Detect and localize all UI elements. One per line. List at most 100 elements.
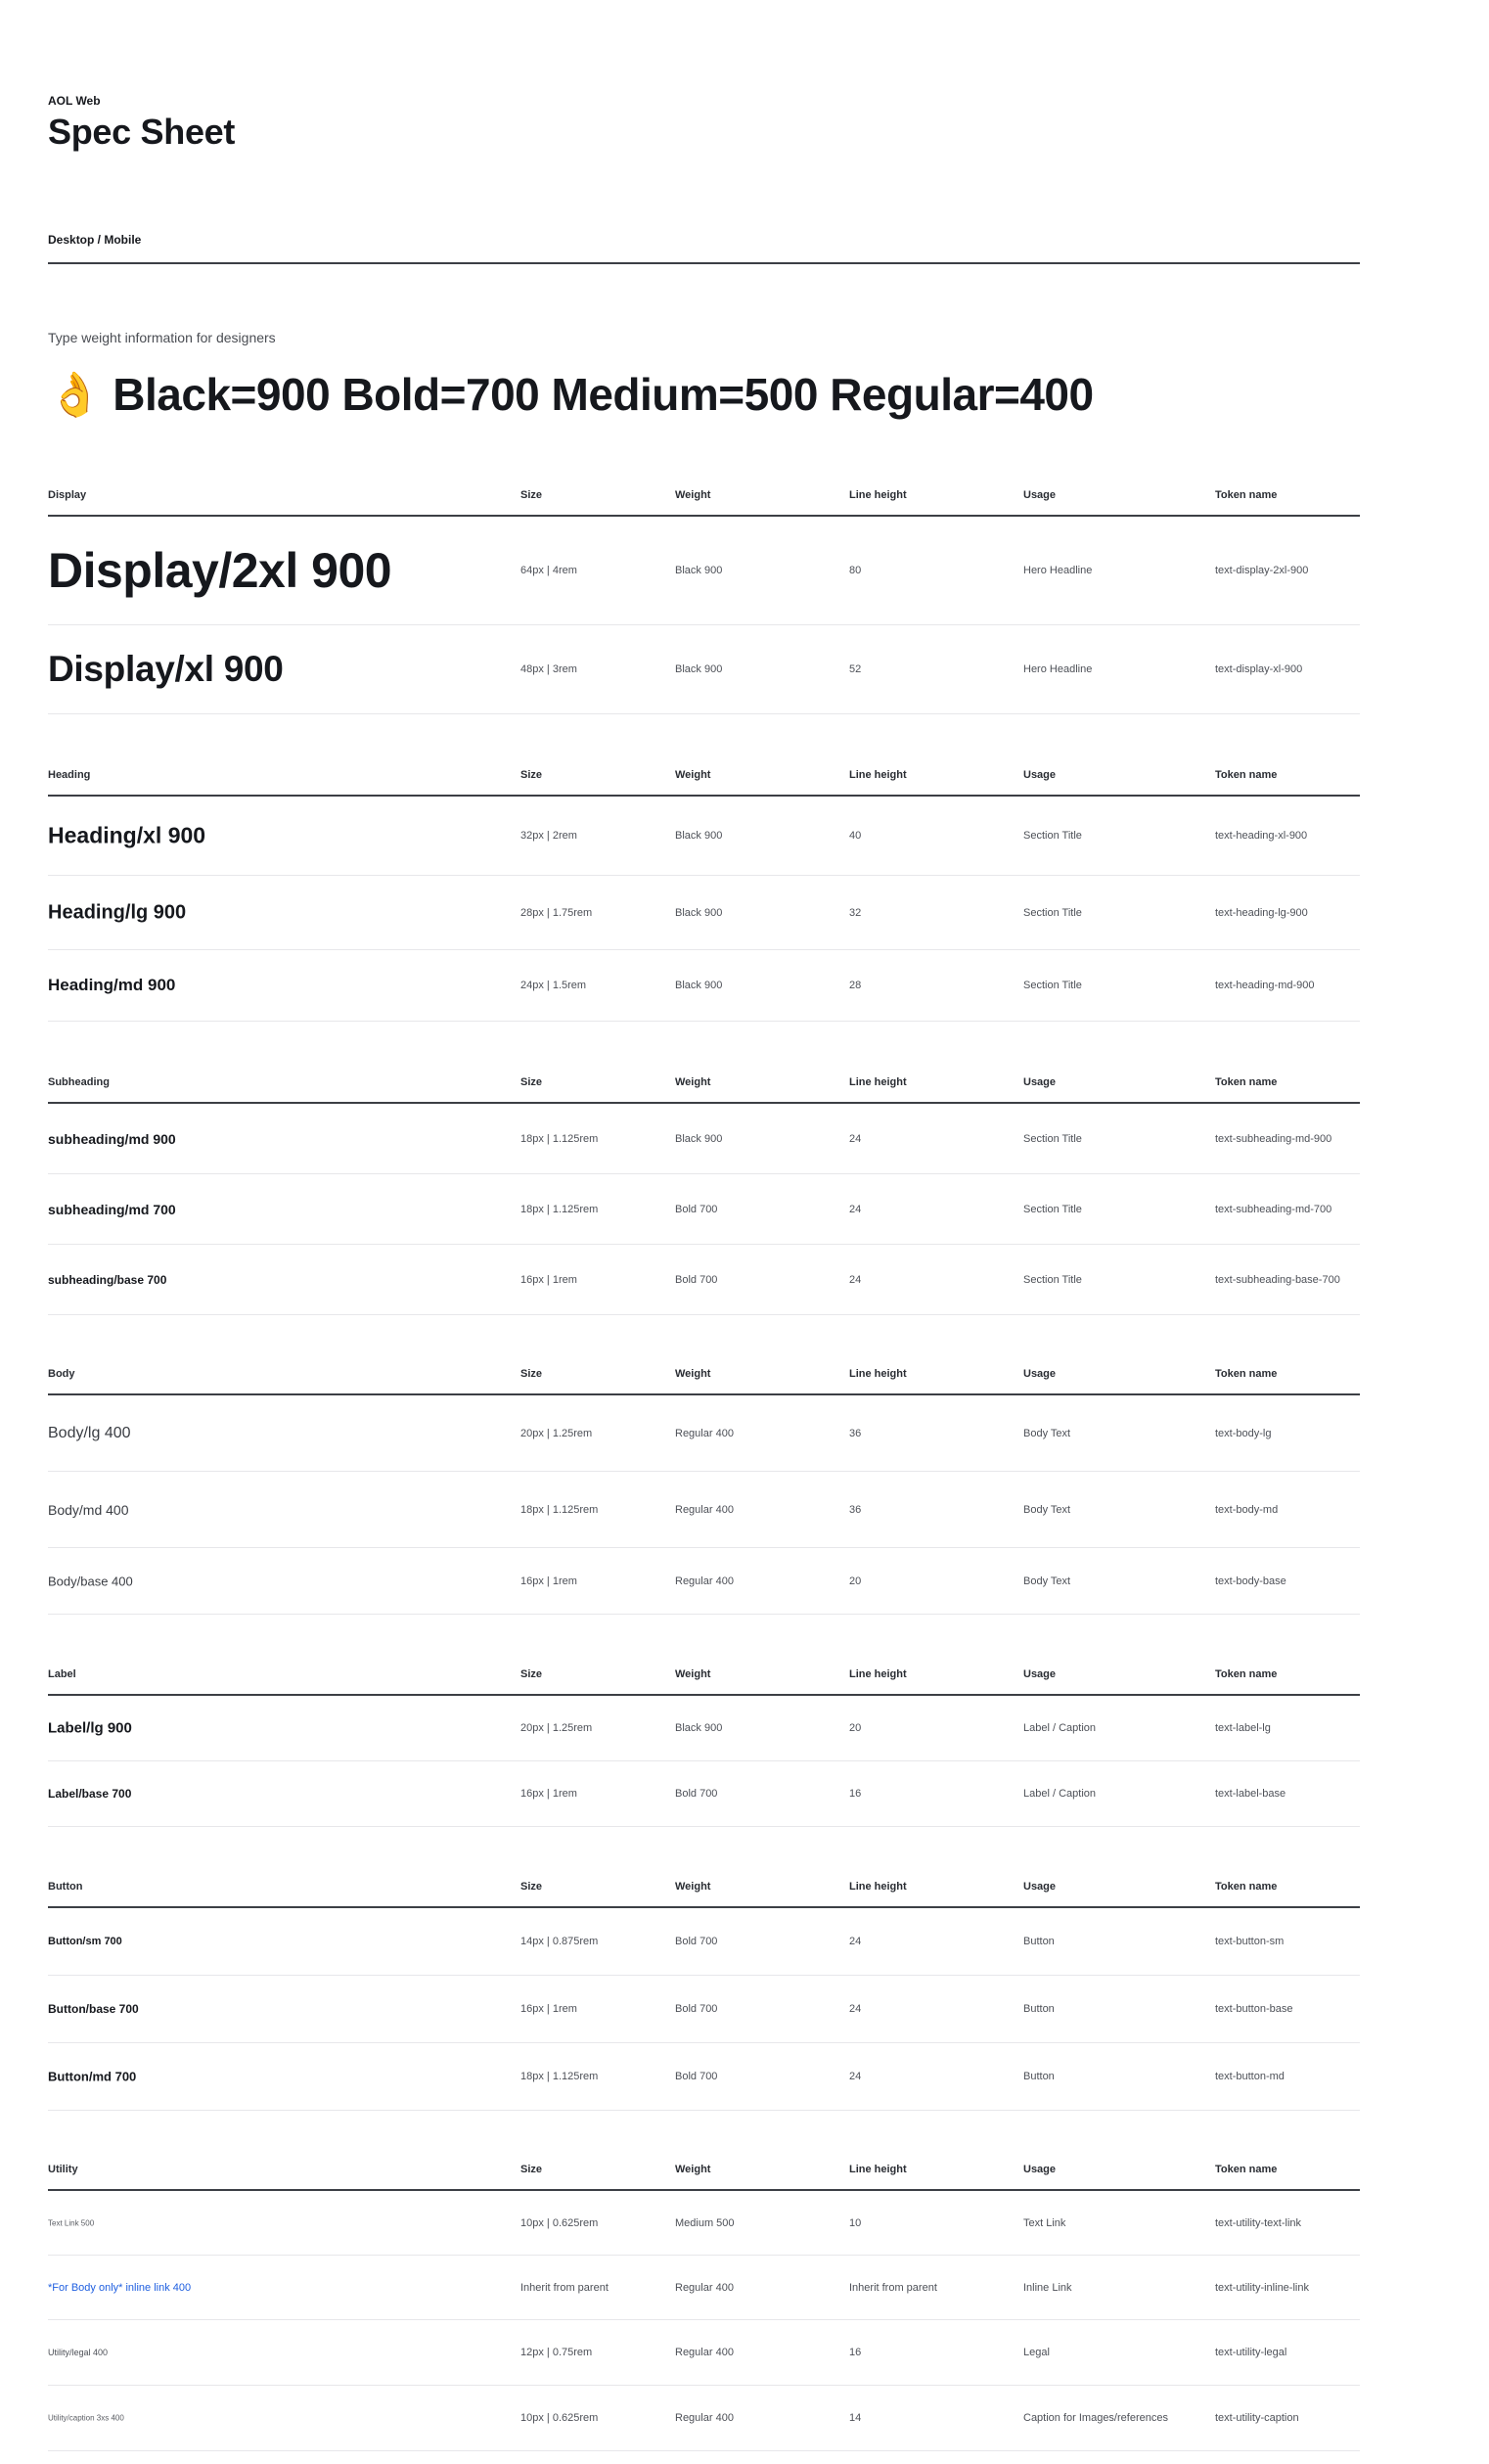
col-weight: Weight [675,1076,711,1088]
token-value: text-heading-md-900 [1215,980,1315,991]
table-row: subheading/md 700 18px | 1.125rem Bold 7… [48,1174,1360,1245]
size-value: 18px | 1.125rem [520,2071,599,2082]
table-row: subheading/base 700 16px | 1rem Bold 700… [48,1245,1360,1315]
col-weight: Weight [675,1368,711,1380]
usage-value: Label / Caption [1023,1722,1096,1734]
section-title: Display [48,489,87,501]
table-row: Label/base 700 16px | 1rem Bold 700 16 L… [48,1761,1360,1827]
style-name: Display/2xl 900 [48,543,392,598]
line-height-value: 52 [849,663,862,675]
page-title: Spec Sheet [48,112,236,152]
section-subheading: Subheading Size Weight Line height Usage… [48,1072,1360,1315]
col-token: Token name [1215,1368,1278,1380]
style-name: Button/sm 700 [48,1936,122,1947]
token-value: text-button-base [1215,2003,1293,2015]
platform-divider [48,262,1360,264]
usage-value: Section Title [1023,1273,1082,1286]
line-height-value: 16 [849,2347,862,2358]
section-button: Button Size Weight Line height Usage Tok… [48,1877,1360,2111]
table-row: Heading/xl 900 32px | 2rem Black 900 40 … [48,797,1360,876]
platform-label: Desktop / Mobile [48,233,142,247]
size-value: 20px | 1.25rem [520,1722,593,1734]
size-value: 14px | 0.875rem [520,1936,599,1947]
table-row: Display/xl 900 48px | 3rem Black 900 52 … [48,625,1360,714]
table-row: Utility/legal 400 12px | 0.75rem Regular… [48,2320,1360,2386]
weight-value: Black 900 [675,980,723,991]
table-row: Body/base 400 16px | 1rem Regular 400 20… [48,1548,1360,1615]
line-height-value: 24 [849,1203,862,1215]
weight-value: Bold 700 [675,1203,718,1215]
eyebrow-label: AOL Web [48,94,101,108]
size-value: 64px | 4rem [520,565,577,576]
table-row: Display/2xl 900 64px | 4rem Black 900 80… [48,517,1360,625]
usage-value: Body Text [1023,1503,1071,1516]
token-value: text-heading-xl-900 [1215,830,1308,842]
inline-link-sample[interactable]: *For Body only* inline link 400 [48,2282,191,2294]
col-size: Size [520,2164,543,2175]
style-name: Body/md 400 [48,1501,129,1518]
col-usage: Usage [1023,2164,1057,2175]
size-value: 18px | 1.125rem [520,1132,599,1145]
token-value: text-utility-inline-link [1215,2281,1309,2294]
line-height-value: 36 [849,1503,862,1516]
size-value: 20px | 1.25rem [520,1427,593,1439]
line-height-value: 24 [849,2071,862,2082]
weight-value: Medium 500 [675,2216,735,2229]
size-value: 28px | 1.75rem [520,906,593,919]
col-token: Token name [1215,1668,1278,1680]
token-value: text-display-xl-900 [1215,663,1303,675]
line-height-value: 32 [849,906,862,919]
col-size: Size [520,489,543,501]
token-value: text-utility-text-link [1215,2216,1302,2229]
col-line-height: Line height [849,1076,907,1088]
size-value: 16px | 1rem [520,1273,577,1286]
table-row: Button/base 700 16px | 1rem Bold 700 24 … [48,1976,1360,2043]
token-value: text-label-lg [1215,1722,1271,1734]
usage-value: Section Title [1023,1132,1082,1145]
usage-value: Text Link [1023,2216,1066,2229]
section-header: Button Size Weight Line height Usage Tok… [48,1877,1360,1908]
style-name: subheading/base 700 [48,1272,167,1287]
size-value: 16px | 1rem [520,1574,577,1587]
usage-value: Caption for Images/references [1023,2412,1168,2424]
weight-value: Black 900 [675,1722,723,1734]
section-label: Label Size Weight Line height Usage Toke… [48,1665,1360,1827]
style-name: Heading/lg 900 [48,901,187,923]
token-value: text-label-base [1215,1788,1286,1800]
line-height-value: 16 [849,1788,862,1800]
usage-value: Button [1023,2071,1055,2082]
weight-value: Black 900 [675,565,723,576]
line-height-value: 24 [849,2003,862,2015]
token-value: text-subheading-md-700 [1215,1203,1332,1215]
size-value: 24px | 1.5rem [520,980,587,991]
line-height-value: 80 [849,565,862,576]
weight-value: Regular 400 [675,1574,734,1587]
token-value: text-display-2xl-900 [1215,565,1309,576]
token-value: text-button-md [1215,2071,1285,2082]
style-name: Display/xl 900 [48,649,284,689]
col-token: Token name [1215,1076,1278,1088]
size-value: 32px | 2rem [520,830,577,842]
col-line-height: Line height [849,489,907,501]
style-name: Button/md 700 [48,2069,137,2084]
line-height-value: 24 [849,1936,862,1947]
col-token: Token name [1215,489,1278,501]
section-title: Label [48,1668,76,1680]
weight-value: Regular 400 [675,2412,734,2424]
token-value: text-heading-lg-900 [1215,906,1308,919]
style-name: Button/base 700 [48,2002,139,2016]
col-size: Size [520,1668,543,1680]
table-row: Label/lg 900 20px | 1.25rem Black 900 20… [48,1696,1360,1761]
section-header: Heading Size Weight Line height Usage To… [48,765,1360,797]
col-line-height: Line height [849,2164,907,2175]
section-header: Utility Size Weight Line height Usage To… [48,2160,1360,2191]
section-title: Body [48,1368,75,1380]
size-value: 12px | 0.75rem [520,2347,593,2358]
section-display: Display Size Weight Line height Usage To… [48,485,1360,714]
section-heading: Heading Size Weight Line height Usage To… [48,765,1360,1022]
usage-value: Body Text [1023,1427,1071,1439]
weight-value: Bold 700 [675,1936,718,1947]
line-height-value: 24 [849,1132,862,1145]
usage-value: Section Title [1023,980,1082,991]
intro-text: Type weight information for designers [48,330,276,345]
